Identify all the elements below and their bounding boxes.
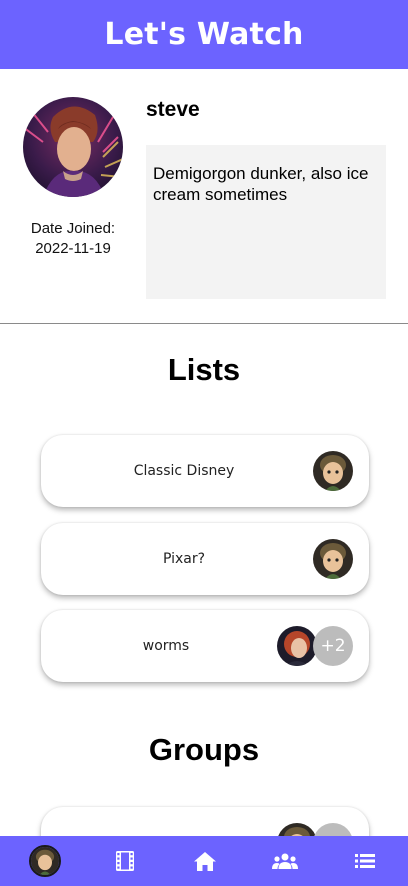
date-joined-label: Date Joined:	[30, 220, 116, 237]
profile-section: Date Joined: 2022-11-19 steve Demigorgon…	[0, 69, 408, 324]
home-icon	[194, 851, 216, 871]
bio-text: Demigorgon dunker, also ice cream someti…	[146, 145, 386, 299]
app-title: Let's Watch	[104, 17, 304, 52]
nav-home[interactable]	[185, 836, 225, 886]
member-avatar	[277, 626, 317, 666]
list-name: Classic Disney	[133, 463, 235, 479]
list-icon	[355, 854, 375, 868]
more-members-badge: +2	[313, 626, 353, 666]
nav-movies[interactable]	[105, 836, 145, 886]
username: steve	[146, 98, 200, 121]
profile-avatar	[23, 97, 123, 197]
list-name: worms	[142, 638, 190, 654]
profile-avatar-icon	[29, 845, 61, 877]
nav-profile[interactable]	[25, 836, 65, 886]
member-avatar	[313, 451, 353, 491]
list-card[interactable]: Pixar?	[41, 523, 369, 595]
member-avatar	[313, 539, 353, 579]
date-joined-value: 2022-11-19	[35, 240, 111, 257]
divider	[0, 323, 408, 324]
list-card[interactable]: Classic Disney	[41, 435, 369, 507]
date-joined: Date Joined: 2022-11-19	[18, 219, 128, 259]
bottom-nav	[0, 836, 408, 886]
groups-heading: Groups	[148, 732, 260, 767]
people-icon	[272, 853, 298, 869]
list-card[interactable]: worms +2	[41, 610, 369, 682]
nav-lists[interactable]	[345, 836, 385, 886]
list-name: Pixar?	[162, 551, 206, 567]
film-icon	[116, 851, 134, 871]
nav-groups[interactable]	[265, 836, 305, 886]
app-header: Let's Watch	[0, 0, 408, 69]
lists-heading: Lists	[167, 352, 241, 387]
